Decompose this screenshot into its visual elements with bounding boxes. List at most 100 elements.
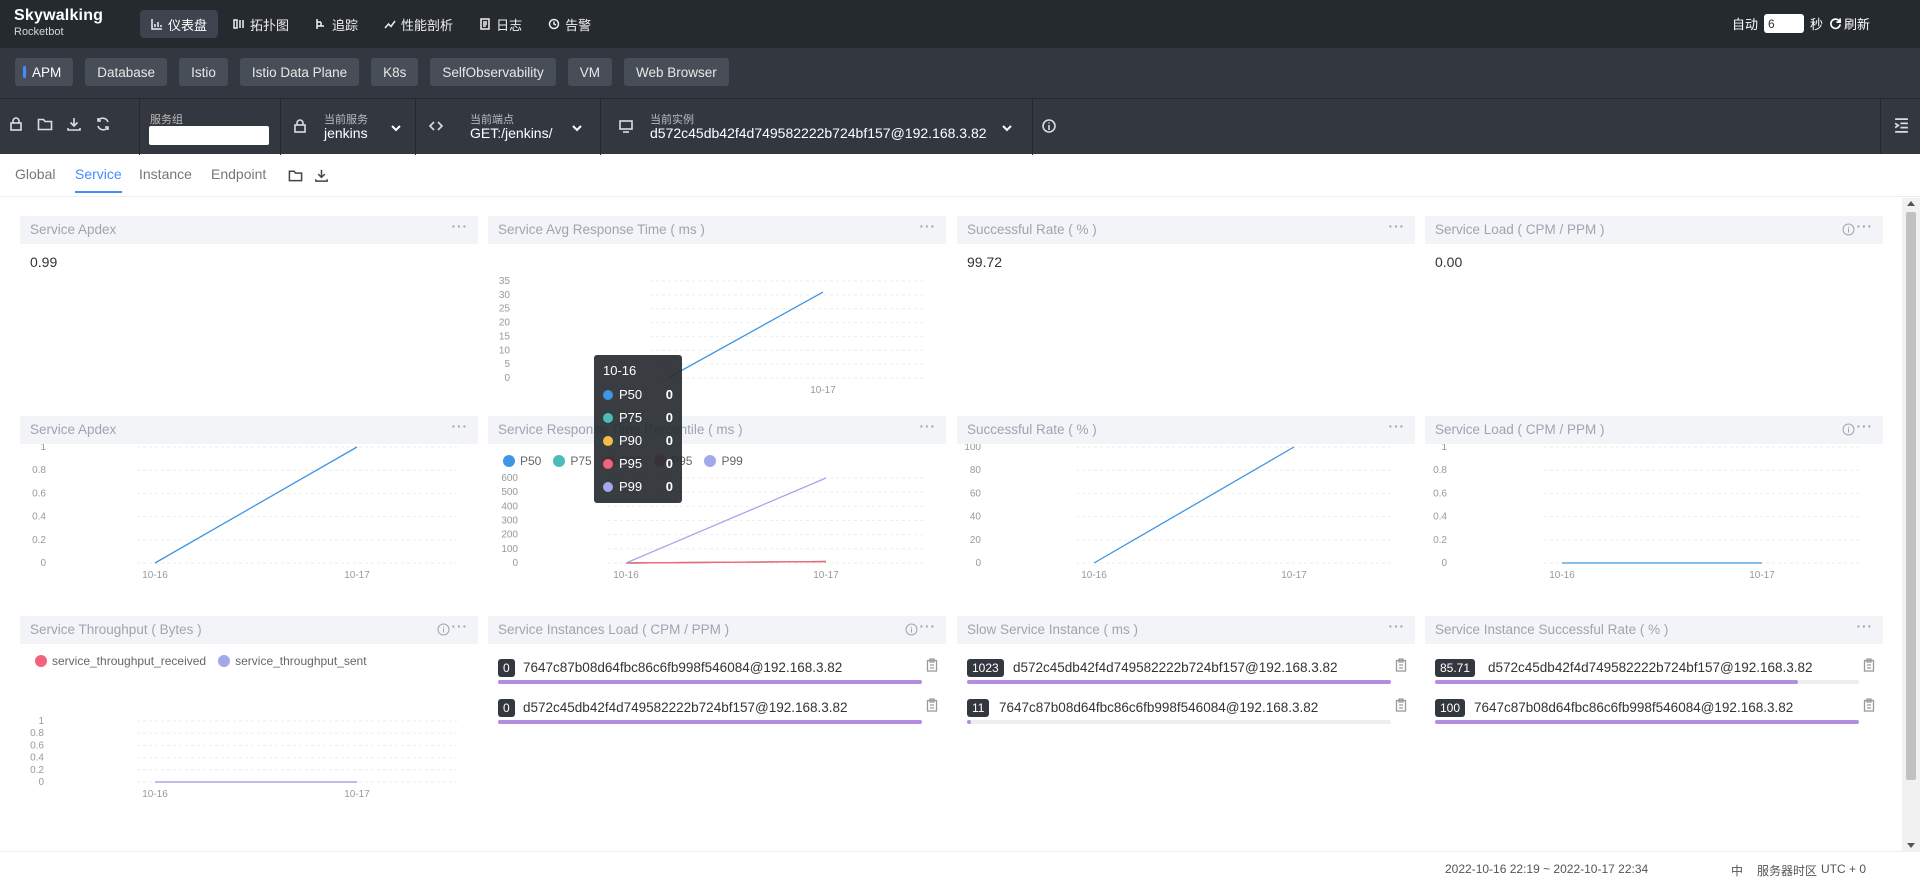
tab-instance[interactable]: Instance	[139, 166, 192, 191]
tooltip-swatch	[603, 481, 613, 492]
instance-progress-fill	[498, 680, 922, 684]
y-tick-label: 100	[964, 444, 981, 453]
y-tick-label: 1	[1441, 444, 1447, 453]
more-icon[interactable]: ···	[452, 419, 469, 434]
avg-response-chart[interactable]: 0 5 10 15 20 25 30 35 10-17	[488, 244, 946, 408]
language-toggle[interactable]: 中	[1731, 862, 1743, 879]
nav-topology[interactable]: 拓扑图	[222, 10, 300, 38]
app-logo[interactable]: Skywalking Rocketbot	[14, 8, 103, 38]
info-icon[interactable]	[1842, 423, 1855, 436]
toggle-panel-button[interactable]	[1880, 98, 1920, 154]
info-icon[interactable]	[437, 623, 450, 636]
y-tick-label: 0.2	[32, 535, 46, 546]
layer-istio-data-plane[interactable]: Istio Data Plane	[239, 58, 360, 86]
card-title: Service Apdex	[30, 222, 117, 237]
info-button[interactable]	[1032, 99, 1062, 155]
endpoint-selector[interactable]: 当前端点 GET:/jenkins/	[415, 99, 600, 155]
service-selector[interactable]: 当前服务 jenkins	[280, 99, 415, 155]
more-icon[interactable]: ···	[1857, 619, 1874, 634]
copy-icon[interactable]	[1863, 658, 1875, 672]
nav-log[interactable]: 日志	[468, 10, 533, 38]
card-service-load-chart: Service Load ( CPM / PPM ) ··· 0 0.2 0.4 0.…	[1425, 416, 1883, 608]
series-line-0[interactable]	[1093, 446, 1295, 564]
layer-database[interactable]: Database	[85, 58, 168, 86]
instance-selector[interactable]: 当前实例 d572c45db42f4d749582222b724bf157@19…	[600, 99, 1032, 155]
more-icon[interactable]: ···	[1389, 219, 1406, 234]
instance-row[interactable]: 100 7647c87b08d64fbc86c6fb998f546084@192.…	[1435, 696, 1875, 736]
layer-web-browser[interactable]: Web Browser	[623, 58, 729, 86]
nav-dashboard[interactable]: 仪表盘	[140, 10, 219, 38]
throughput-chart[interactable]: 00.20.4 0.60.81 10-16 10-17	[20, 644, 478, 808]
x-tick-label: 10-16	[1081, 570, 1107, 581]
tooltip-series-name: P75	[619, 410, 643, 425]
download-icon[interactable]	[314, 168, 329, 183]
layer-k8s[interactable]: K8s	[371, 58, 419, 86]
auto-refresh: 自动 秒 刷新	[1732, 14, 1870, 33]
more-icon[interactable]: ···	[920, 619, 937, 634]
more-icon[interactable]: ···	[452, 219, 469, 234]
load-chart[interactable]: 0 0.2 0.4 0.6 0.8 1 10-16 10-17	[1425, 444, 1883, 608]
layer-apm[interactable]: APM	[15, 58, 74, 86]
card-title: Service Instances Load ( CPM / PPM )	[498, 622, 730, 637]
nav-profiling[interactable]: 性能剖析	[373, 10, 464, 38]
series-line-0[interactable]	[154, 446, 358, 564]
info-icon[interactable]	[1842, 223, 1855, 236]
copy-icon[interactable]	[926, 698, 938, 712]
download-icon[interactable]	[66, 116, 82, 132]
more-icon[interactable]: ···	[1857, 219, 1874, 234]
tab-service[interactable]: Service	[75, 166, 122, 193]
success-rate-chart[interactable]: 0 20 40 60 80 100 10-16 10-17	[957, 444, 1415, 608]
scroll-thumb[interactable]	[1906, 212, 1916, 780]
more-icon[interactable]: ···	[920, 219, 937, 234]
nav-alarm[interactable]: 告警	[537, 10, 602, 38]
nav-profiling-label: 性能剖析	[401, 17, 454, 33]
card-service-load: Service Load ( CPM / PPM ) ··· 0.00	[1425, 216, 1883, 408]
y-tick-label: 0.6	[1433, 488, 1447, 499]
refresh-interval-input[interactable]	[1763, 14, 1804, 33]
more-icon[interactable]: ···	[1389, 419, 1406, 434]
more-icon[interactable]: ···	[1857, 419, 1874, 434]
page-scrollbar[interactable]	[1902, 198, 1920, 851]
time-range[interactable]: 2022-10-16 22:19 ~ 2022-10-17 22:34	[1445, 862, 1648, 876]
instance-value-badge: 11	[967, 699, 990, 717]
sync-icon[interactable]	[95, 116, 111, 132]
layer-vm[interactable]: VM	[567, 58, 612, 86]
nav-trace[interactable]: 追踪	[304, 10, 369, 38]
tooltip-series-name: P50	[619, 387, 643, 402]
folder-icon[interactable]	[37, 116, 53, 132]
more-icon[interactable]: ···	[920, 419, 937, 434]
chart-axes: 0 0.2 0.4 0.6 0.8 1 10-16 10-17	[1433, 444, 1862, 581]
copy-icon[interactable]	[926, 658, 938, 672]
instance-name: d572c45db42f4d749582222b724bf157@192.168…	[1013, 660, 1338, 675]
scroll-down-arrow[interactable]	[1907, 843, 1915, 848]
instance-row[interactable]: 1023 d572c45db42f4d749582222b724bf157@192…	[967, 656, 1407, 696]
instance-row[interactable]: 85.71 d572c45db42f4d749582222b724bf157@19…	[1435, 656, 1875, 696]
instance-row[interactable]: 0 7647c87b08d64fbc86c6fb998f546084@192.16…	[498, 656, 938, 696]
instance-row[interactable]: 0 d572c45db42f4d749582222b724bf157@192.16…	[498, 696, 938, 736]
layer-selfobservability[interactable]: SelfObservability	[430, 58, 556, 86]
info-icon	[1042, 119, 1056, 133]
copy-icon[interactable]	[1395, 658, 1407, 672]
x-tick-label: 10-17	[344, 570, 370, 581]
instance-row[interactable]: 11 7647c87b08d64fbc86c6fb998f546084@192.1…	[967, 696, 1407, 736]
more-icon[interactable]: ···	[452, 619, 469, 634]
refresh-button[interactable]: 刷新	[1829, 14, 1870, 33]
series-line-0[interactable]	[667, 291, 824, 379]
tab-global[interactable]: Global	[15, 166, 55, 191]
scroll-up-arrow[interactable]	[1907, 201, 1915, 206]
tooltip-swatch	[603, 458, 613, 469]
layer-istio[interactable]: Istio	[179, 58, 228, 86]
folder-icon[interactable]	[288, 168, 303, 183]
tab-endpoint[interactable]: Endpoint	[211, 166, 266, 191]
copy-icon[interactable]	[1395, 698, 1407, 712]
lock-icon[interactable]	[8, 116, 24, 132]
percentile-chart[interactable]: 0 100 200 300 400 500 600 10-16 10-17	[488, 444, 946, 608]
y-tick-label: 300	[501, 516, 518, 527]
service-group-input[interactable]	[149, 126, 269, 145]
more-icon[interactable]: ···	[1389, 619, 1406, 634]
copy-icon[interactable]	[1863, 698, 1875, 712]
apdex-chart[interactable]: 0 0.2 0.4 0.6 0.8 1 10-16 10-17	[20, 444, 478, 608]
info-icon[interactable]	[905, 623, 918, 636]
y-tick-label: 0.8	[1433, 465, 1447, 476]
endpoint-value: GET:/jenkins/	[470, 125, 553, 141]
